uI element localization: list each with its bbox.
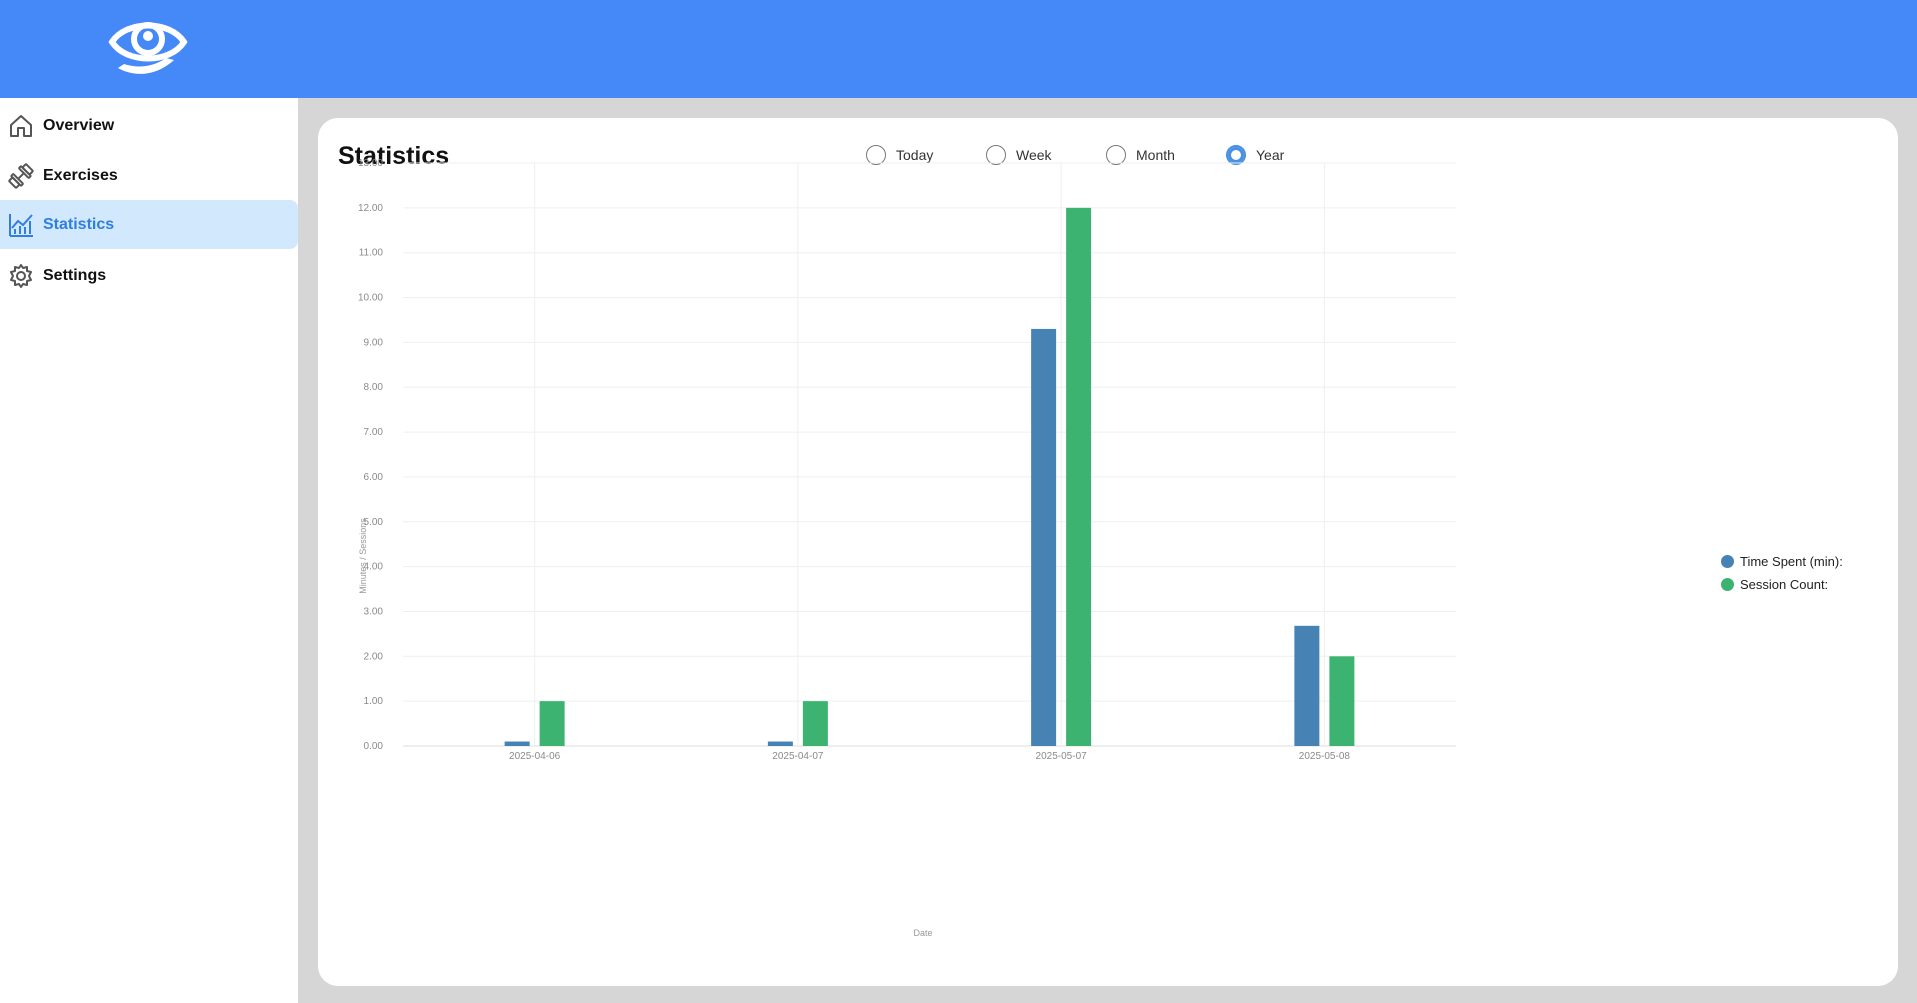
sidebar-item-statistics[interactable]: Statistics (0, 200, 298, 249)
y-tick-label: 2.00 (364, 651, 384, 662)
y-tick-label: 8.00 (364, 382, 384, 393)
y-tick-label: 9.00 (364, 337, 384, 348)
y-tick-label: 12.00 (358, 203, 383, 214)
legend-swatch (1721, 555, 1734, 568)
eye-logo-icon (108, 22, 188, 74)
sidebar-item-exercises[interactable]: Exercises (0, 152, 298, 200)
legend-swatch (1721, 578, 1734, 591)
bar-time-spent[interactable] (504, 741, 530, 746)
chart-legend: Time Spent (min): Session Count: (1721, 550, 1843, 596)
legend-label: Time Spent (min): (1740, 554, 1843, 569)
bar-time-spent[interactable] (767, 741, 793, 746)
sidebar-item-settings[interactable]: Settings (0, 252, 298, 300)
y-tick-label: 1.00 (364, 696, 384, 707)
home-icon (10, 115, 32, 137)
bar-time-spent[interactable] (1031, 328, 1057, 746)
bar-session-count[interactable] (539, 701, 565, 746)
legend-label: Session Count: (1740, 577, 1829, 592)
x-tick-label: 2025-04-06 (509, 751, 561, 762)
sidebar-item-overview[interactable]: Overview (0, 102, 298, 150)
sidebar-item-label: Overview (43, 117, 115, 134)
y-tick-label: 11.00 (359, 248, 384, 259)
y-tick-label: 7.00 (364, 427, 384, 438)
y-tick-label: 0.00 (364, 741, 384, 752)
y-tick-label: 10.00 (358, 293, 383, 304)
y-tick-label: 6.00 (364, 472, 384, 483)
sidebar-item-label: Statistics (43, 215, 115, 233)
chart-icon (9, 213, 33, 237)
sidebar-item-label: Settings (43, 267, 107, 284)
bar-chart: 0.001.002.003.004.005.006.007.008.009.00… (358, 158, 1456, 938)
sidebar: Overview Exercises Statistics Settings (0, 98, 298, 1003)
dumbbell-icon (8, 163, 34, 189)
x-axis-title: Date (913, 928, 932, 938)
bar-time-spent[interactable] (1294, 625, 1320, 746)
x-tick-label: 2025-05-07 (1036, 751, 1088, 762)
statistics-card: Statistics Today Week Month Year 0.00 1.0… (318, 118, 1898, 986)
bar-session-count[interactable] (1329, 656, 1355, 746)
legend-item-time[interactable]: Time Spent (min): (1721, 550, 1843, 573)
gear-icon (10, 264, 32, 288)
top-bar (0, 0, 1917, 98)
x-tick-label: 2025-04-07 (772, 751, 824, 762)
bar-session-count[interactable] (1066, 207, 1092, 746)
legend-item-sessions[interactable]: Session Count: (1721, 573, 1843, 596)
y-tick-label: 13.00 (358, 158, 383, 169)
y-axis-title: Minutes / Sessions (358, 518, 368, 594)
x-tick-label: 2025-05-08 (1299, 751, 1351, 762)
y-tick-label: 3.00 (364, 606, 384, 617)
y-axis-ticks: 0.001.002.003.004.005.006.007.008.009.00… (358, 158, 383, 752)
x-axis-ticks: 2025-04-06 2025-04-07 2025-05-07 2025-05-08 (509, 751, 1350, 762)
sidebar-item-label: Exercises (43, 167, 118, 184)
bar-session-count[interactable] (802, 701, 828, 746)
